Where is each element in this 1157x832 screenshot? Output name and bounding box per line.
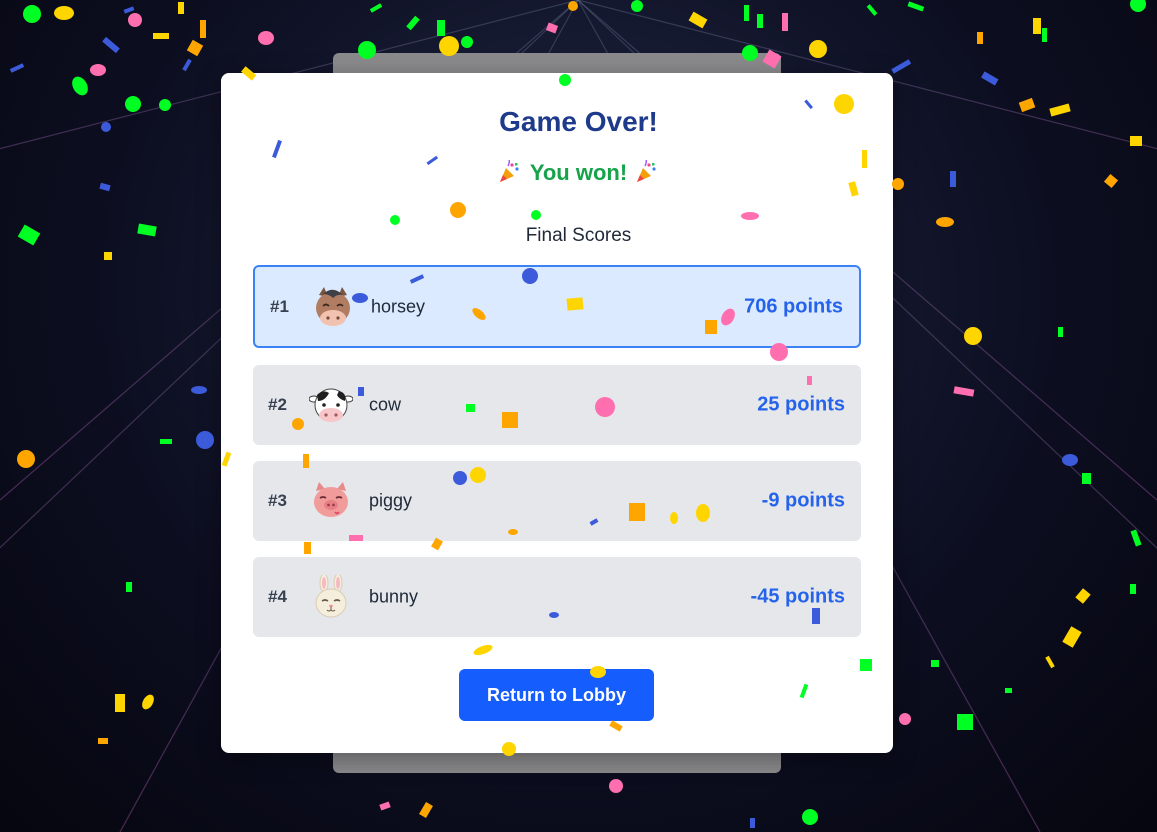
player-name: piggy <box>369 490 413 511</box>
rank-label: #1 <box>270 296 289 316</box>
cow-face-icon <box>309 388 353 422</box>
player-name: cow <box>369 394 402 415</box>
rank-label: #2 <box>268 395 287 414</box>
rank-label: #4 <box>268 587 287 606</box>
score-row-2: #2 cow 25 points <box>253 365 861 445</box>
player-name: bunny <box>369 586 419 607</box>
player-points: -9 points <box>761 489 845 512</box>
rank-label: #3 <box>268 491 287 510</box>
score-row-3: #3 piggy -9 points <box>253 461 861 541</box>
win-message: You won! <box>0 160 1157 186</box>
pig-face-icon <box>314 482 348 517</box>
horse-face-icon <box>316 286 350 326</box>
score-row-4: #4 bunny -45 points <box>253 557 861 637</box>
player-name: horsey <box>371 296 426 316</box>
party-popper-icon <box>499 160 519 182</box>
score-row-1: #1 horsey 706 points <box>253 265 861 348</box>
player-points: 25 points <box>757 393 845 416</box>
player-points: -45 points <box>750 585 845 608</box>
player-points: 706 points <box>744 295 843 317</box>
win-text: You won! <box>529 160 628 185</box>
party-popper-icon <box>637 160 656 182</box>
final-scores-heading: Final Scores <box>525 225 632 246</box>
return-to-lobby-button[interactable]: Return to Lobby <box>459 669 654 721</box>
game-over-title: Game Over! <box>499 106 658 137</box>
bunny-face-icon <box>315 575 347 618</box>
